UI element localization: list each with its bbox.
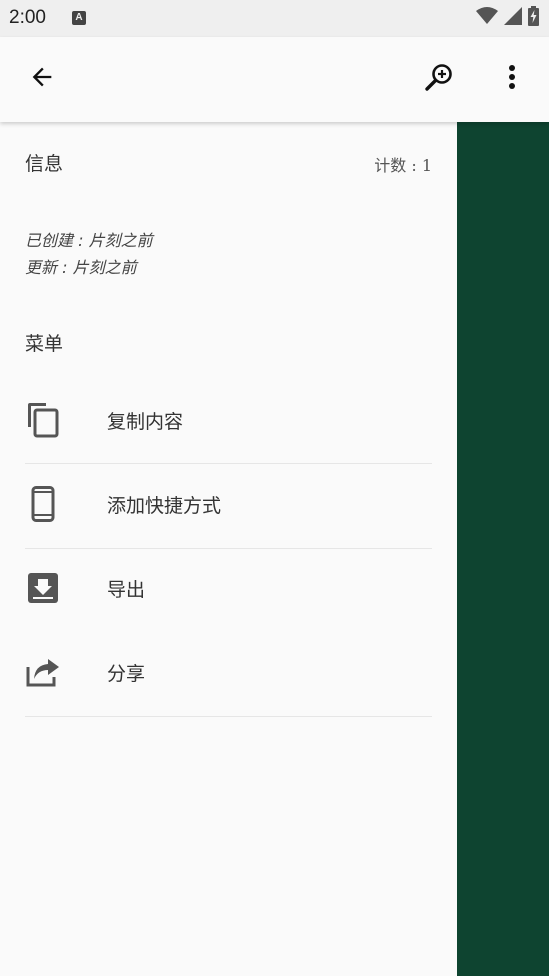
zoom-in-button[interactable]	[419, 59, 459, 99]
menu-item-copy-content[interactable]: 复制内容	[0, 380, 457, 464]
battery-charging-icon	[528, 6, 539, 30]
menu-item-label: 复制内容	[107, 411, 184, 433]
menu-item-label: 添加快捷方式	[107, 495, 222, 517]
menu-item-share[interactable]: 分享	[0, 632, 457, 716]
menu-item-export[interactable]: 导出	[0, 548, 457, 632]
arrow-back-icon	[28, 63, 56, 95]
more-options-button[interactable]	[492, 59, 532, 99]
status-bar: 2:00 A	[0, 0, 549, 37]
info-drawer: 信息 计数 : 1 已创建 : 片刻之前 更新 : 片刻之前 菜单 复制内容 添…	[0, 122, 457, 976]
zoom-in-icon	[424, 62, 454, 96]
background-content-panel[interactable]	[457, 122, 549, 976]
back-button[interactable]	[22, 59, 62, 99]
phone-shortcut-icon	[25, 486, 61, 522]
copy-icon	[25, 402, 61, 438]
status-icons	[476, 6, 539, 30]
menu-section-title: 菜单	[25, 333, 64, 355]
more-vertical-icon	[508, 64, 516, 94]
wifi-icon	[476, 7, 498, 29]
notification-a-icon: A	[72, 11, 86, 25]
export-download-icon	[25, 570, 61, 606]
app-toolbar	[0, 37, 549, 122]
signal-icon	[504, 7, 522, 29]
menu-item-label: 分享	[107, 663, 146, 685]
count-label: 计数 : 1	[374, 156, 432, 175]
share-icon	[25, 654, 61, 690]
updated-time: 更新 : 片刻之前	[25, 258, 137, 277]
menu-item-label: 导出	[107, 579, 146, 601]
menu-divider	[25, 716, 432, 717]
info-section-title: 信息	[25, 153, 64, 175]
created-time: 已创建 : 片刻之前	[25, 231, 153, 250]
status-time: 2:00	[9, 7, 46, 28]
menu-item-add-shortcut[interactable]: 添加快捷方式	[0, 464, 457, 548]
